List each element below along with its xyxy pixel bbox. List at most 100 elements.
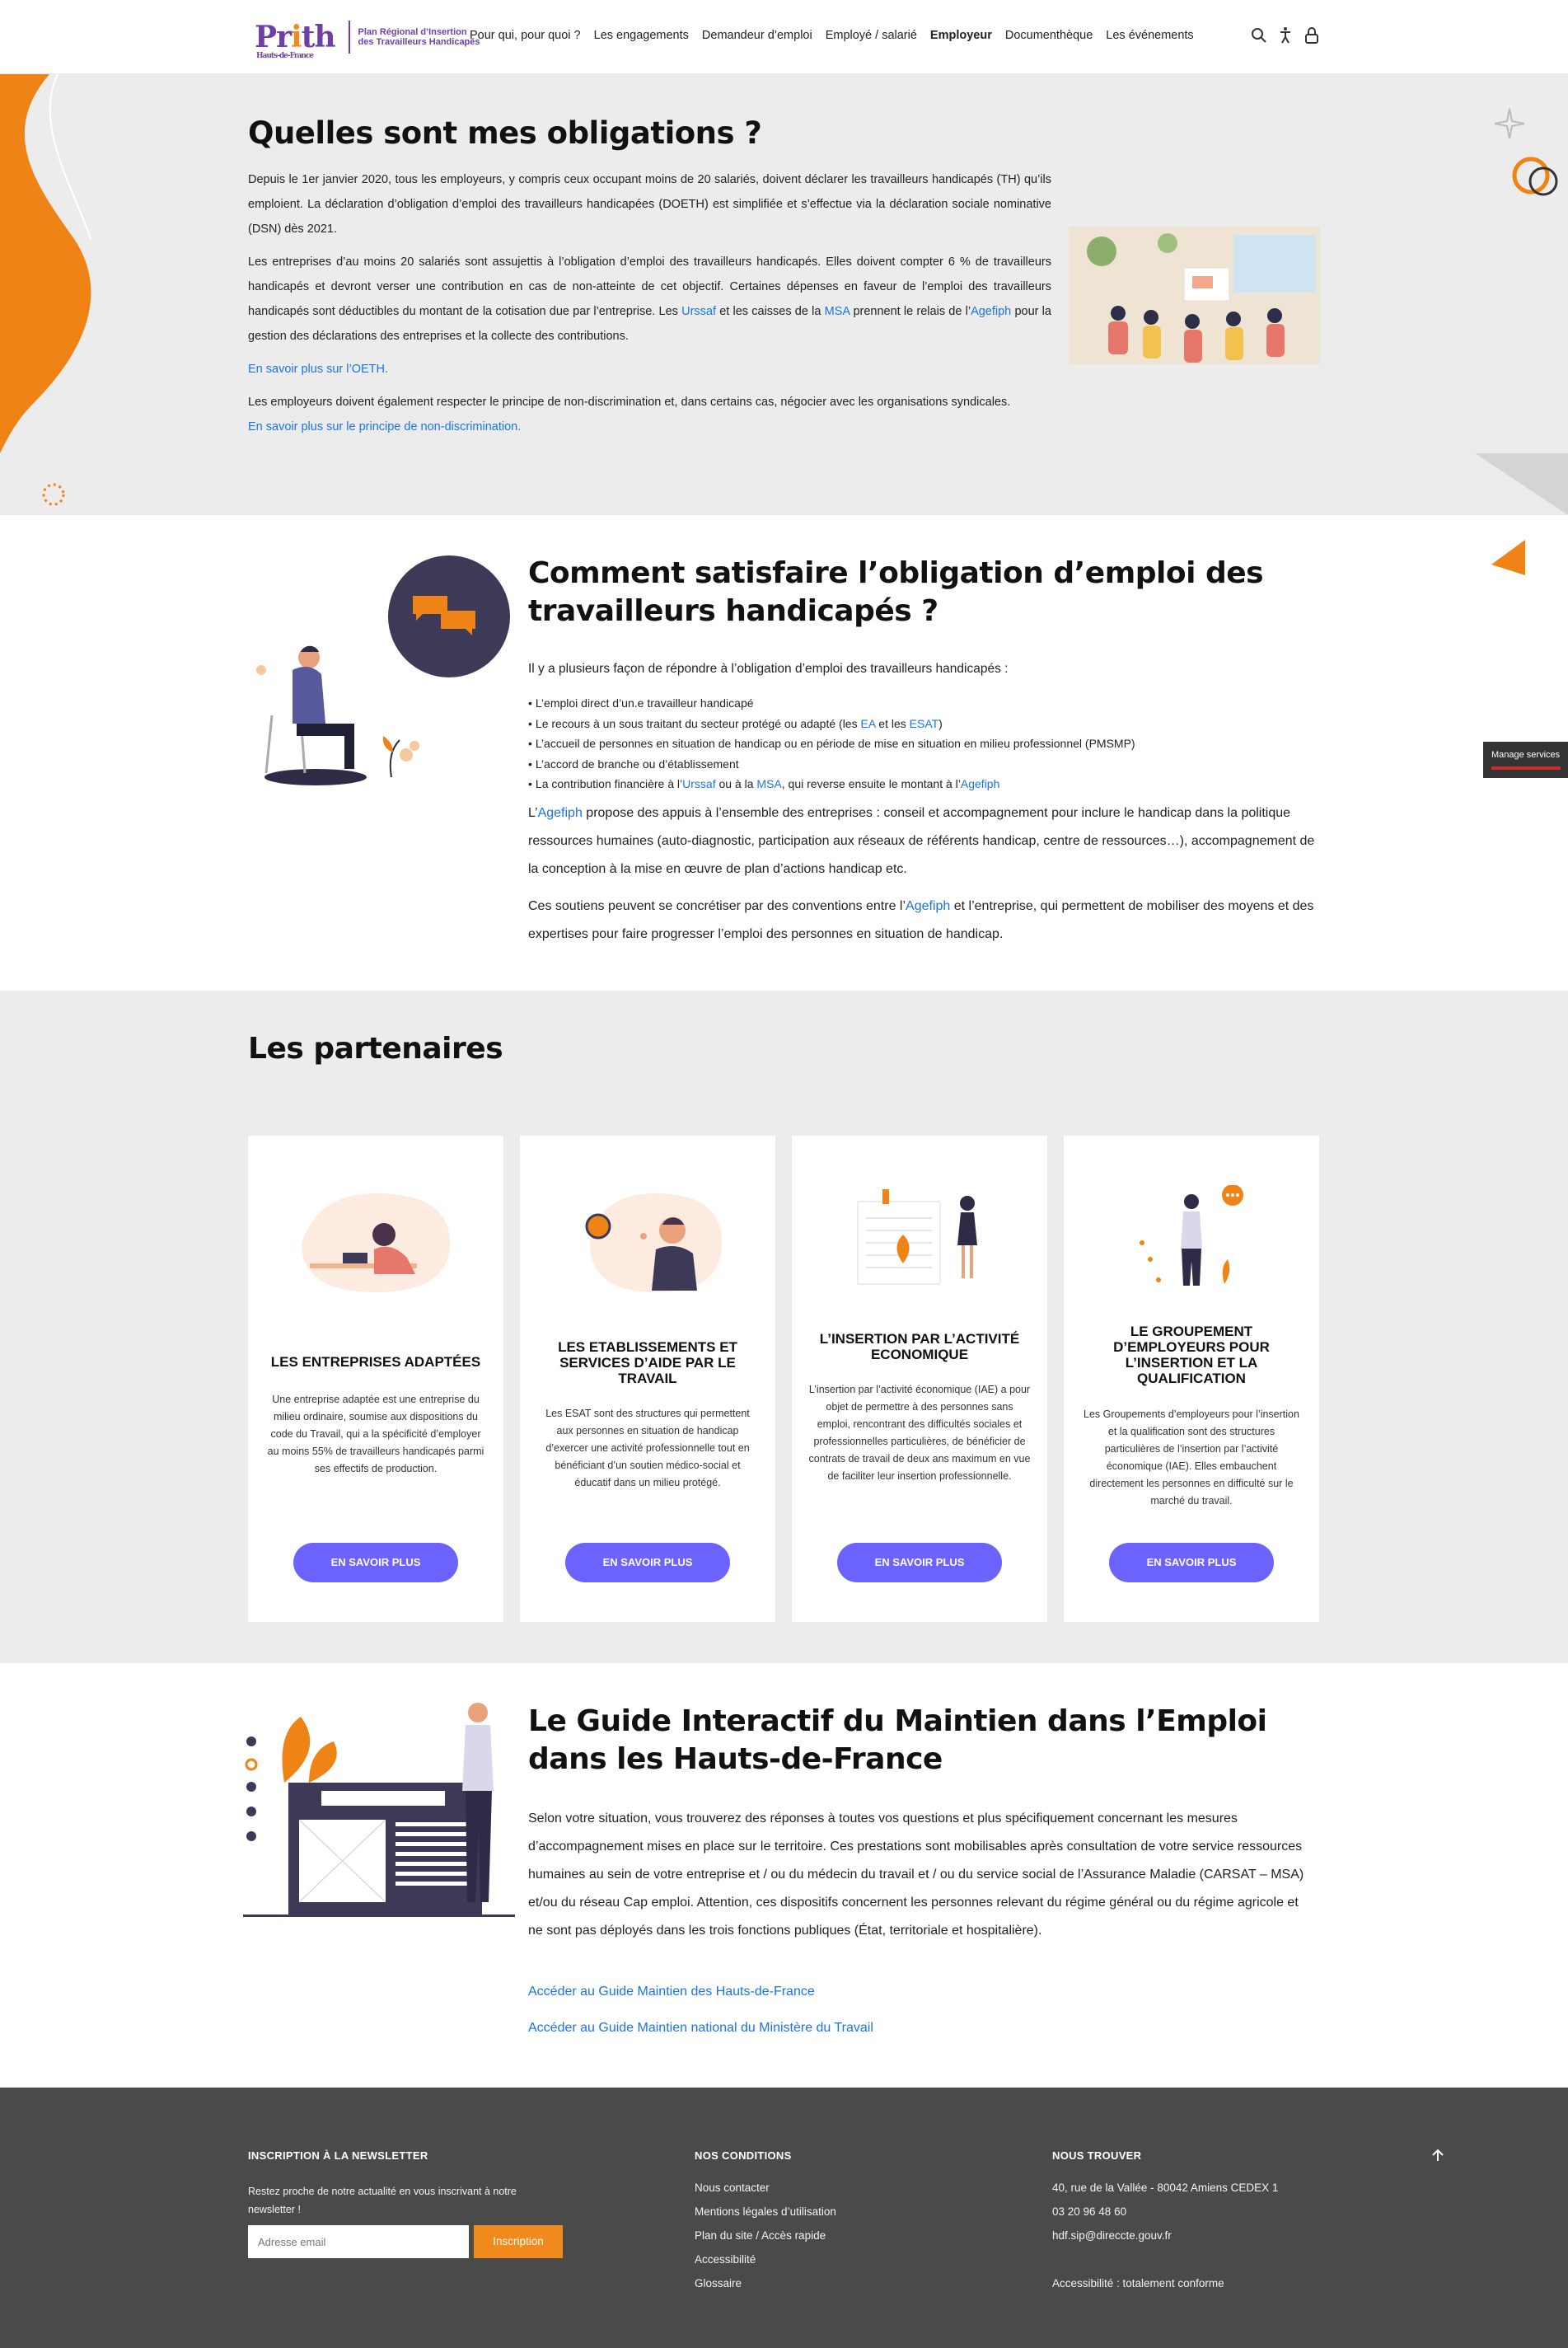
orange-triangle-decoration (1491, 540, 1525, 575)
newsletter-subscribe-button[interactable]: Inscription (474, 2225, 563, 2258)
partner-card-geiq: LE GROUPEMENT D’EMPLOYEURS POUR L’INSERT… (1064, 1136, 1319, 1622)
obligations-section: Quelles sont mes obligations ? Depuis le… (0, 74, 1568, 515)
agefiph-link[interactable]: Agefiph (906, 899, 950, 913)
footer-link-glossaire[interactable]: Glossaire (695, 2271, 742, 2295)
list-item: L’emploi direct d’un.e travailleur handi… (528, 693, 1135, 714)
satisfaire-section: Comment satisfaire l’obligation d’emploi… (0, 515, 1568, 991)
dotted-circle-decoration (42, 483, 65, 506)
person-thinking-illustration (256, 555, 510, 785)
agefiph-link[interactable]: Agefiph (971, 305, 1011, 318)
partner-card-title: LES ETABLISSEMENTS ET SERVICES D’AIDE PA… (558, 1339, 737, 1386)
grey-triangle-decoration (1475, 453, 1568, 515)
site-footer: INSCRIPTION À LA NEWSLETTER Restez proch… (0, 2088, 1568, 2348)
agefiph-link[interactable]: Agefiph (961, 777, 999, 790)
guide-paragraph: Selon votre situation, vous trouverez de… (528, 1811, 1304, 1938)
meeting-photo (1069, 227, 1320, 364)
list-item: Le recours à un sous traitant du secteur… (528, 714, 1135, 734)
partner-card-title: L’INSERTION PAR L’ACTIVITÉ ECONOMIQUE (819, 1331, 1020, 1362)
agefiph-paragraph: L’Agefiph propose des appuis à l’ensembl… (528, 806, 1315, 876)
site-logo[interactable]: Prith Hauts-de-France Plan Régional d’In… (255, 18, 482, 60)
footer-address: 40, rue de la Vallée - 80042 Amiens CEDE… (1052, 2182, 1279, 2194)
manage-services-bar (1491, 766, 1561, 770)
nav-employeur[interactable]: Employeur (930, 29, 992, 42)
satisfaire-list: L’emploi direct d’un.e travailleur handi… (528, 693, 1135, 794)
logo-text: Plan Régional d’Insertion des Travailleu… (358, 27, 480, 47)
accessibility-icon[interactable] (1277, 26, 1294, 45)
partner-card-desc: Une entreprise adaptée est une entrepris… (267, 1394, 484, 1474)
satisfaire-intro: Il y a plusieurs façon de répondre à l’o… (528, 662, 1009, 676)
footer-phone: 03 20 96 48 60 (1052, 2205, 1127, 2218)
logo-wordmark: Prith Hauts-de-France (255, 20, 336, 60)
search-icon[interactable] (1251, 26, 1267, 45)
newsletter-text: Restez proche de notre actualité en vous… (248, 2186, 517, 2215)
partner-card-title: LE GROUPEMENT D’EMPLOYEURS POUR L’INSERT… (1113, 1324, 1270, 1386)
partner-card-ea: LES ENTREPRISES ADAPTÉES Une entreprise … (248, 1136, 503, 1622)
esat-link[interactable]: ESAT (910, 717, 939, 730)
partner-card-desc: Les Groupements d’employeurs pour l’inse… (1084, 1408, 1299, 1507)
partner-card-title: LES ENTREPRISES ADAPTÉES (270, 1354, 481, 1370)
guide-national-link[interactable]: Accéder au Guide Maintien national du Mi… (528, 2021, 873, 2036)
partners-section: Les partenaires LES ENTREPRISES ADAPTÉES… (0, 991, 1568, 1663)
orange-wave-decoration (0, 74, 91, 453)
nav-documentheque[interactable]: Documenthèque (1005, 29, 1093, 42)
rings-decoration (1512, 157, 1558, 196)
guide-section: Le Guide Interactif du Maintien dans l’E… (0, 1663, 1568, 2088)
obligations-p1: Depuis le 1er janvier 2020, tous les emp… (248, 173, 1051, 236)
man-presentation-illustration (243, 1703, 515, 1917)
list-item: La contribution financière à l’Urssaf ou… (528, 774, 1135, 794)
nondiscrimination-link[interactable]: En savoir plus sur le principe de non-di… (248, 420, 521, 434)
man-wall-illustration (585, 1193, 722, 1292)
footer-email[interactable]: hdf.sip@direccte.gouv.fr (1052, 2224, 1172, 2247)
footer-link-plan[interactable]: Plan du site / Accès rapide (695, 2224, 826, 2247)
oeth-link[interactable]: En savoir plus sur l’OETH. (248, 363, 388, 376)
list-item: L’accueil de personnes en situation de h… (528, 733, 1135, 754)
nav-evenements[interactable]: Les événements (1106, 29, 1193, 42)
partner-card-esat: LES ETABLISSEMENTS ET SERVICES D’AIDE PA… (520, 1136, 775, 1622)
page-title: Quelles sont mes obligations ? (248, 115, 762, 151)
partner-card-desc: Les ESAT sont des structures qui permett… (545, 1408, 750, 1488)
header-icons (1251, 26, 1320, 45)
logo-subtitle: Hauts-de-France (256, 52, 314, 60)
guide-title: Le Guide Interactif du Maintien dans l’E… (528, 1704, 1267, 1776)
find-us-title: NOUS TROUVER (1052, 2149, 1142, 2162)
agefiph-link[interactable]: Agefiph (538, 806, 583, 820)
partner-card-iae: L’INSERTION PAR L’ACTIVITÉ ECONOMIQUE L’… (792, 1136, 1047, 1622)
msa-link[interactable]: MSA (825, 305, 850, 318)
urssaf-link[interactable]: Urssaf (682, 777, 715, 790)
obligations-p2: Les entreprises d’au moins 20 salariés s… (248, 255, 1051, 343)
en-savoir-plus-button[interactable]: EN SAVOIR PLUS (837, 1543, 1002, 1582)
urssaf-link[interactable]: Urssaf (681, 305, 716, 318)
woman-chat-illustration (1140, 1185, 1243, 1286)
msa-link[interactable]: MSA (756, 777, 781, 790)
main-nav: Pour qui, pour quoi ? Les engagements De… (470, 29, 1207, 42)
sparkle-decoration (1494, 108, 1525, 139)
back-to-top-icon[interactable] (1430, 2147, 1446, 2167)
en-savoir-plus-button[interactable]: EN SAVOIR PLUS (293, 1543, 458, 1582)
guide-hdf-link[interactable]: Accéder au Guide Maintien des Hauts-de-F… (528, 1985, 815, 1999)
lock-icon[interactable] (1304, 26, 1320, 45)
conventions-paragraph: Ces soutiens peuvent se concrétiser par … (528, 899, 1314, 941)
ea-link[interactable]: EA (860, 717, 875, 730)
woman-document-illustration (857, 1189, 977, 1285)
satisfaire-title: Comment satisfaire l’obligation d’emploi… (528, 556, 1264, 628)
manage-services-button[interactable]: Manage services (1483, 742, 1568, 778)
obligations-p3: Les employeurs doivent également respect… (248, 396, 1011, 409)
newsletter-email-input[interactable] (248, 2225, 469, 2258)
nav-engagements[interactable]: Les engagements (594, 29, 689, 42)
list-item: L’accord de branche ou d’établissement (528, 754, 1135, 775)
partners-title: Les partenaires (248, 1032, 503, 1066)
footer-link-mentions[interactable]: Mentions légales d’utilisation (695, 2200, 836, 2224)
en-savoir-plus-button[interactable]: EN SAVOIR PLUS (1109, 1543, 1274, 1582)
conditions-title: NOS CONDITIONS (695, 2149, 792, 2162)
nav-employe[interactable]: Employé / salarié (826, 29, 917, 42)
en-savoir-plus-button[interactable]: EN SAVOIR PLUS (565, 1543, 730, 1582)
nav-pour-qui[interactable]: Pour qui, pour quoi ? (470, 29, 581, 42)
obligations-text: Depuis le 1er janvier 2020, tous les emp… (248, 167, 1051, 448)
footer-link-contact[interactable]: Nous contacter (695, 2176, 770, 2200)
footer-accessibility-status: Accessibilité : totalement conforme (1052, 2277, 1224, 2289)
footer-link-accessibilite[interactable]: Accessibilité (695, 2247, 756, 2271)
site-header: Prith Hauts-de-France Plan Régional d’In… (0, 0, 1568, 74)
nav-demandeur[interactable]: Demandeur d’emploi (702, 29, 812, 42)
logo-divider (348, 21, 350, 54)
partner-card-desc: L’insertion par l’activité économique (I… (808, 1384, 1031, 1482)
